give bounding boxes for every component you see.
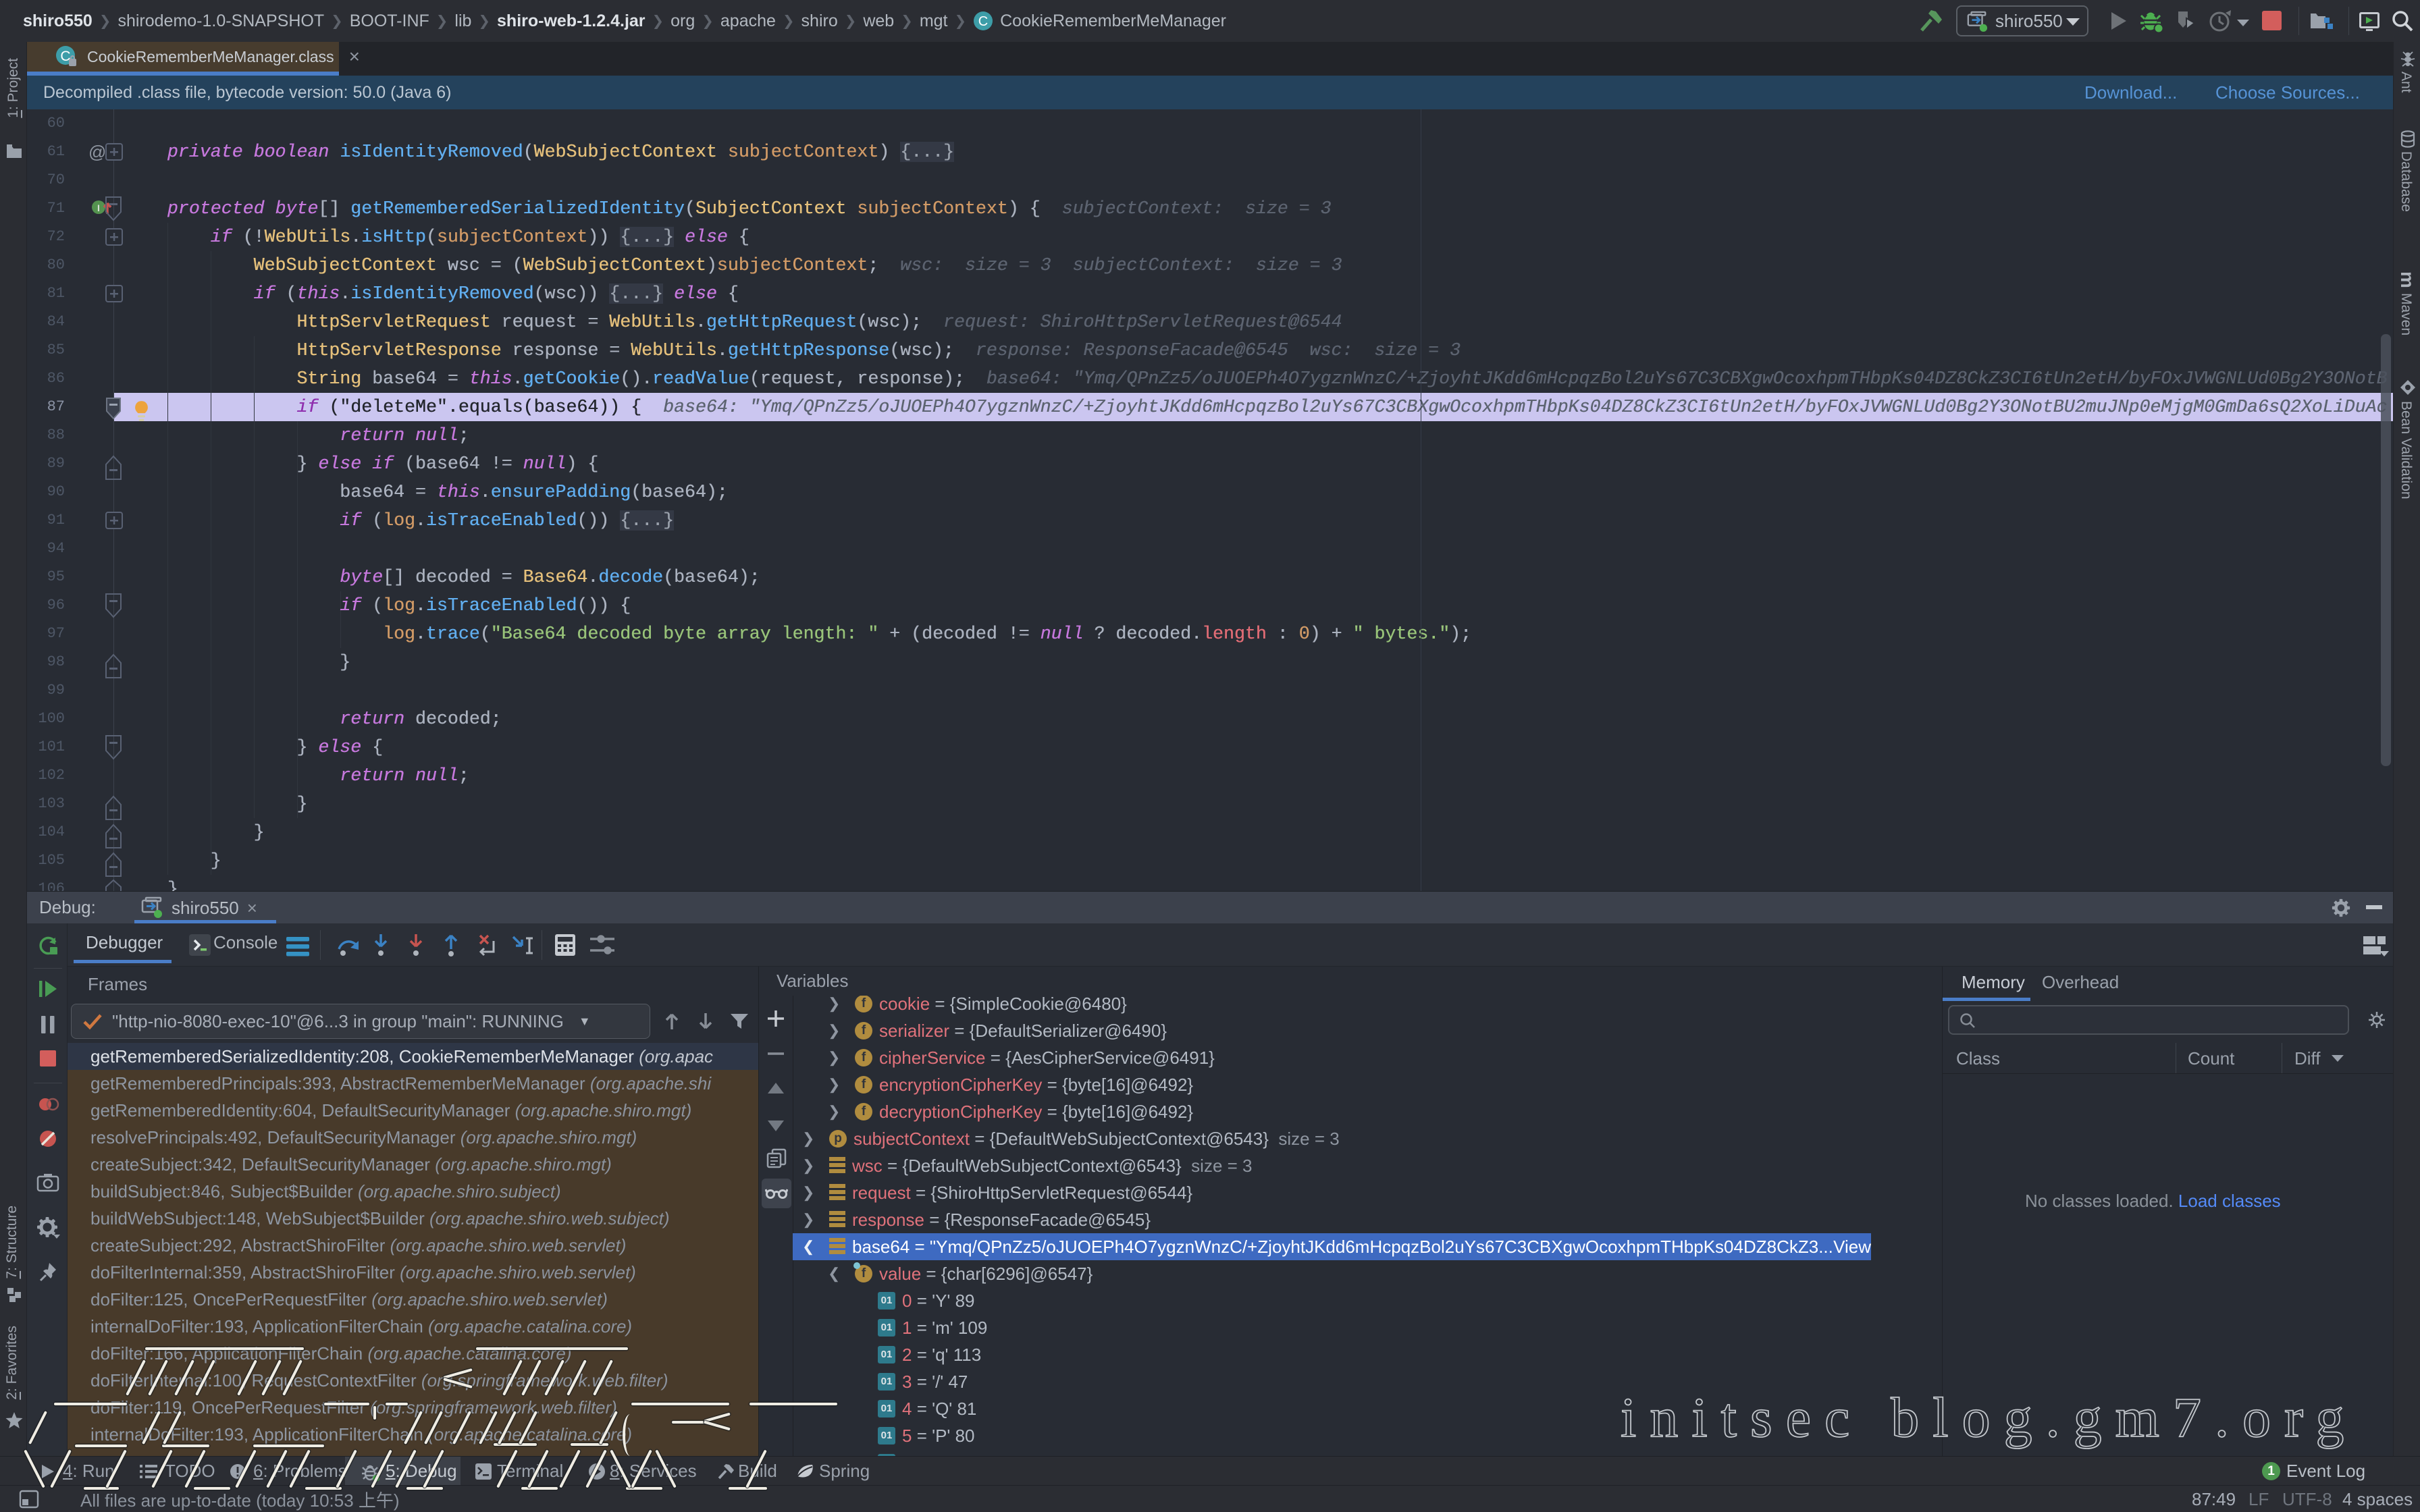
- svg-text:I: I: [97, 202, 100, 213]
